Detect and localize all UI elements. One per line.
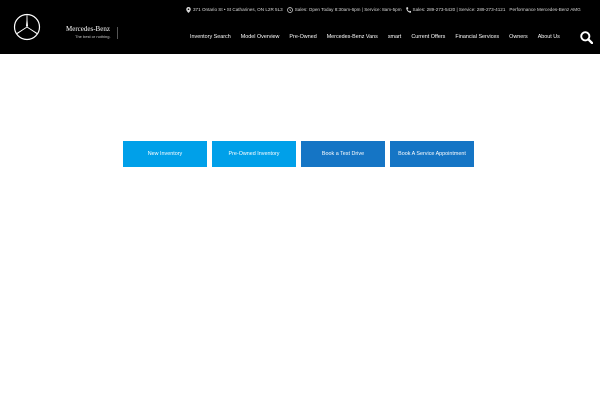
new-inventory-button[interactable]: New Inventory	[123, 141, 207, 167]
mercedes-star-icon[interactable]	[13, 13, 41, 41]
brand-divider	[117, 27, 118, 39]
address-item[interactable]: 371 Ontario St • St Catharines, ON L2R 5…	[186, 6, 283, 14]
nav-about-us[interactable]: About Us	[538, 33, 560, 42]
address-text: 371 Ontario St • St Catharines, ON L2R 5…	[193, 7, 283, 12]
dealer-name[interactable]: Performance Mercedes-Benz AMG	[509, 6, 580, 14]
phones-text: Sales: 289-273-5420 | Service: 289-273-4…	[412, 7, 506, 12]
nav-smart[interactable]: smart	[388, 33, 401, 42]
phones-item[interactable]: Sales: 289-273-5420 | Service: 289-273-4…	[405, 6, 506, 14]
nav-inventory-search[interactable]: Inventory Search	[190, 33, 231, 42]
book-test-drive-button[interactable]: Book a Test Drive	[301, 141, 385, 167]
book-service-appointment-button[interactable]: Book A Service Appointment	[390, 141, 474, 167]
main-nav: Inventory Search Model Overview Pre-Owne…	[190, 33, 560, 42]
search-icon[interactable]	[580, 31, 593, 44]
hours-item[interactable]: Sales: Open Today 8:30am-6pm | Service: …	[286, 6, 402, 14]
phone-icon	[405, 7, 411, 13]
site-header: Mercedes-Benz The best or nothing. 371 O…	[0, 0, 600, 54]
nav-model-overview[interactable]: Model Overview	[241, 33, 280, 42]
location-pin-icon	[186, 7, 191, 13]
nav-current-offers[interactable]: Current Offers	[411, 33, 445, 42]
top-info-bar: 371 Ontario St • St Catharines, ON L2R 5…	[186, 6, 593, 14]
nav-owners[interactable]: Owners	[509, 33, 528, 42]
clock-icon	[286, 7, 293, 13]
nav-mercedes-benz-vans[interactable]: Mercedes-Benz Vans	[327, 33, 378, 42]
nav-financial-services[interactable]: Financial Services	[455, 33, 499, 42]
hours-text: Sales: Open Today 8:30am-6pm | Service: …	[294, 7, 402, 12]
pre-owned-inventory-button[interactable]: Pre-Owned Inventory	[212, 141, 296, 167]
brand-name[interactable]: Mercedes-Benz	[66, 25, 110, 33]
quick-links: New Inventory Pre-Owned Inventory Book a…	[123, 141, 474, 167]
nav-pre-owned[interactable]: Pre-Owned	[289, 33, 316, 42]
brand-tagline: The best or nothing.	[75, 34, 111, 39]
